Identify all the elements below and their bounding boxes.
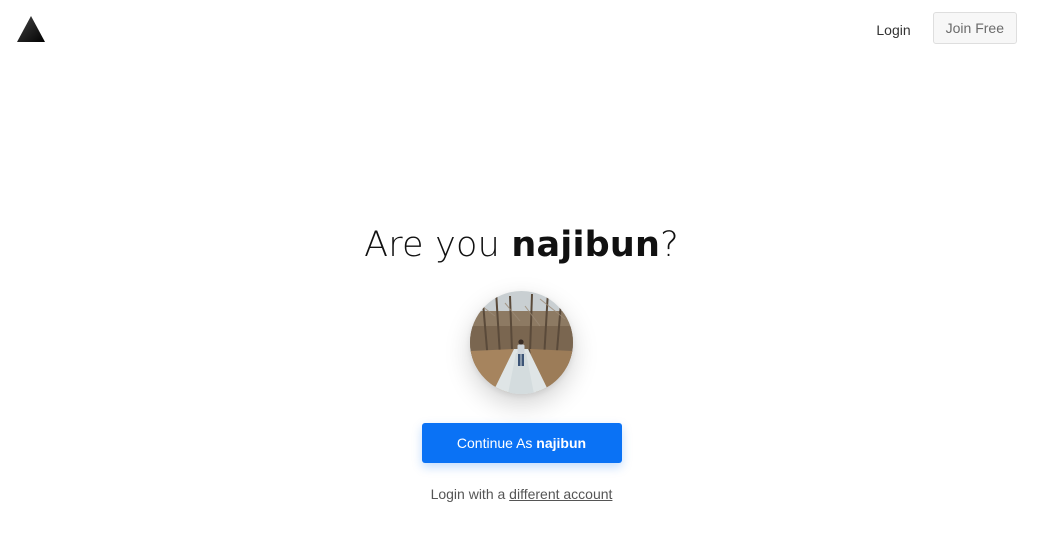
alt-login-text: Login with a different account xyxy=(431,486,613,502)
alt-login-prefix: Login with a xyxy=(430,486,510,502)
heading-prefix: Are you xyxy=(364,225,512,265)
user-avatar xyxy=(470,291,573,394)
user-avatar-photo xyxy=(470,291,573,394)
different-account-link[interactable]: different account xyxy=(509,486,612,502)
heading-suffix: ? xyxy=(660,225,679,265)
join-free-button[interactable]: Join Free xyxy=(932,12,1017,44)
account-confirm-panel: Are you najibun? Continue As najibun Log… xyxy=(0,225,1043,502)
header-nav: Login Join Free xyxy=(876,12,1017,44)
page-title: Are you najibun? xyxy=(364,225,679,265)
login-link[interactable]: Login xyxy=(876,22,910,38)
continue-username: najibun xyxy=(536,435,587,451)
continue-as-user-button[interactable]: Continue As najibun xyxy=(421,423,622,463)
login-confirm-page: Login Join Free Are you najibun? Continu… xyxy=(0,0,1043,541)
continue-prefix: Continue As xyxy=(456,435,537,451)
triangle-logo-icon[interactable] xyxy=(17,16,45,42)
heading-username: najibun xyxy=(511,225,661,265)
